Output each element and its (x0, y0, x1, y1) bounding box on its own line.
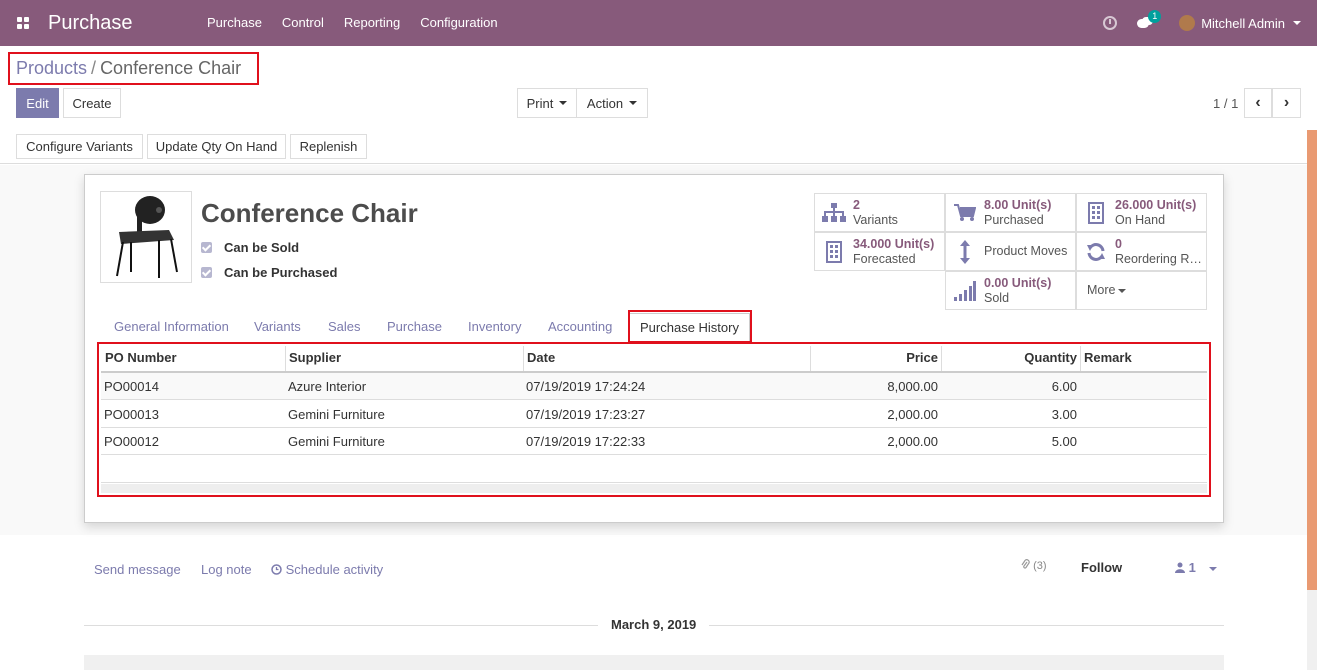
product-moves-smart-button[interactable]: Product Moves (945, 232, 1076, 271)
chevron-right-icon: › (1283, 94, 1290, 111)
highlight-box-breadcrumb (8, 52, 259, 85)
variants-label: Variants (853, 212, 898, 227)
pager-previous-button[interactable]: ‹ (1244, 88, 1272, 118)
chevron-down-icon (629, 101, 638, 105)
chatter-message (84, 655, 1224, 670)
can-be-purchased-label: Can be Purchased (224, 265, 338, 280)
can-be-purchased-field: Can be Purchased (201, 265, 337, 280)
product-image[interactable] (100, 191, 192, 283)
action-button[interactable]: Action (576, 88, 648, 118)
forecasted-label: Forecasted (853, 251, 916, 266)
tab-general-information[interactable]: General Information (114, 313, 229, 343)
highlight-box-tab (628, 310, 752, 343)
schedule-activity-label: Schedule activity (285, 562, 384, 577)
chat-count-badge: 1 (1148, 10, 1162, 23)
attachments-count: (3) (1033, 560, 1047, 572)
configure-variants-button[interactable]: Configure Variants (16, 134, 143, 159)
follow-button[interactable]: Follow (1081, 560, 1122, 575)
clock-icon (271, 564, 282, 575)
followers-count: 1 (1188, 560, 1196, 575)
activity-clock-icon[interactable] (1103, 16, 1118, 30)
chat-icon[interactable]: 1 (1137, 10, 1162, 29)
product-moves-label: Product Moves (984, 244, 1068, 258)
on-hand-value: 26.000 Unit(s) (1115, 197, 1197, 212)
sitemap-icon (815, 202, 853, 223)
reordering-label: Reordering R… (1115, 251, 1202, 266)
updown-arrows-icon (946, 239, 984, 264)
signal-icon (946, 280, 984, 301)
chevron-down-icon (1118, 288, 1127, 293)
main-menu: Purchase Control Reporting Configuration (197, 0, 508, 46)
chevron-down-icon (559, 101, 568, 105)
can-be-sold-checkbox[interactable] (201, 242, 212, 253)
navbar-systray: 1 Mitchell Admin (1103, 0, 1317, 46)
action-label: Action (586, 95, 624, 111)
reordering-smart-button[interactable]: 0 Reordering R… (1076, 232, 1207, 271)
highlight-box-table (97, 342, 1211, 497)
tab-accounting[interactable]: Accounting (548, 313, 612, 343)
user-icon (1175, 562, 1185, 573)
top-navbar: Purchase Purchase Control Reporting Conf… (0, 0, 1317, 46)
forecasted-smart-button[interactable]: 34.000 Unit(s) Forecasted (814, 232, 945, 271)
building-icon (815, 240, 853, 263)
print-button[interactable]: Print (517, 88, 577, 118)
purchased-smart-button[interactable]: 8.00 Unit(s) Purchased (945, 193, 1076, 232)
variants-smart-button[interactable]: 2 Variants (814, 193, 945, 232)
user-menu[interactable]: Mitchell Admin (1201, 16, 1285, 31)
tab-purchase[interactable]: Purchase (387, 313, 442, 343)
followers-button[interactable]: 1 (1175, 560, 1196, 575)
tab-sales[interactable]: Sales (328, 313, 361, 343)
update-qty-on-hand-button[interactable]: Update Qty On Hand (147, 134, 286, 159)
menu-purchase[interactable]: Purchase (197, 0, 272, 46)
edit-button[interactable]: Edit (16, 88, 59, 118)
menu-control[interactable]: Control (272, 0, 334, 46)
scrollbar-thumb[interactable] (1307, 130, 1317, 590)
date-separator: March 9, 2019 (598, 617, 710, 632)
avatar[interactable] (1179, 15, 1196, 31)
app-title: Purchase (48, 11, 133, 34)
building-icon (1077, 201, 1115, 224)
reordering-count: 0 (1115, 236, 1122, 251)
tab-variants[interactable]: Variants (254, 313, 301, 343)
cart-icon (946, 203, 984, 222)
purchased-label: Purchased (984, 212, 1044, 227)
schedule-activity-link[interactable]: Schedule activity (271, 562, 383, 577)
replenish-button[interactable]: Replenish (290, 134, 367, 159)
can-be-sold-field: Can be Sold (201, 240, 299, 255)
send-message-link[interactable]: Send message (94, 562, 181, 577)
apps-menu-icon[interactable] (0, 0, 46, 46)
pager-next-button[interactable]: › (1272, 88, 1301, 118)
more-smart-button[interactable]: More (1076, 271, 1207, 310)
can-be-purchased-checkbox[interactable] (201, 267, 212, 278)
on-hand-smart-button[interactable]: 26.000 Unit(s) On Hand (1076, 193, 1207, 232)
product-name[interactable]: Conference Chair (201, 198, 418, 229)
paperclip-icon (1021, 559, 1030, 569)
variants-count: 2 (853, 197, 860, 212)
pager-value[interactable]: 1 / 1 (1213, 96, 1238, 111)
print-label: Print (526, 95, 554, 111)
can-be-sold-label: Can be Sold (224, 240, 300, 255)
sold-smart-button[interactable]: 0.00 Unit(s) Sold (945, 271, 1076, 310)
refresh-icon (1077, 242, 1115, 262)
create-button[interactable]: Create (63, 88, 121, 118)
chevron-down-icon[interactable] (1293, 21, 1301, 25)
chevron-down-icon[interactable] (1209, 567, 1217, 571)
forecasted-value: 34.000 Unit(s) (853, 236, 935, 251)
purchased-value: 8.00 Unit(s) (984, 197, 1052, 212)
chevron-left-icon: ‹ (1255, 94, 1261, 111)
on-hand-label: On Hand (1115, 212, 1166, 227)
attachments-button[interactable]: (3) (1021, 559, 1047, 572)
menu-configuration[interactable]: Configuration (410, 0, 507, 46)
more-label: More (1087, 283, 1116, 297)
tab-inventory[interactable]: Inventory (468, 313, 521, 343)
menu-reporting[interactable]: Reporting (334, 0, 410, 46)
log-note-link[interactable]: Log note (201, 562, 252, 577)
sold-label: Sold (984, 290, 1010, 305)
sold-value: 0.00 Unit(s) (984, 275, 1052, 290)
